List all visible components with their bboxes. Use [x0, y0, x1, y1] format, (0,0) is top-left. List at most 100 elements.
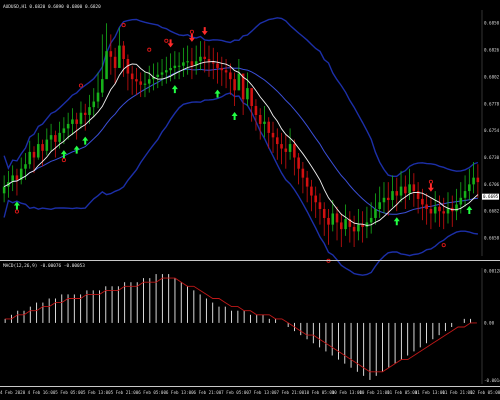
time-axis-tick-label: 7 Feb 05:00 [221, 390, 249, 395]
candle-body [263, 121, 266, 124]
candle-body [425, 204, 428, 209]
price-axis-tick-label: 0.6850 [484, 21, 500, 26]
candle-body [32, 151, 36, 158]
time-axis-tick-label: 5 Feb 21:00 [111, 390, 139, 395]
candle-body [54, 135, 57, 142]
macd-axis-tick-label: -0.00142 [484, 378, 500, 383]
price-chart-title: AUDUSD,H1 0.6820 0.6890 0.6800 0.6820 [3, 4, 101, 10]
macd-axis-tick-label: 0.00 [484, 320, 495, 325]
candle-body [327, 217, 330, 225]
candle-body [438, 206, 441, 212]
candle-body [310, 186, 313, 196]
candle-body [293, 144, 296, 158]
candle-body [15, 175, 19, 180]
candle-body [357, 224, 360, 232]
candle-body [49, 135, 53, 140]
candle-body [186, 61, 189, 63]
price-axis-tick-label: 0.6706 [484, 182, 500, 187]
candle-body [297, 157, 300, 169]
candle-body [177, 65, 181, 67]
candle-body [41, 144, 44, 151]
candle-body [220, 67, 224, 71]
candle-body [258, 114, 262, 124]
candle-body [246, 88, 249, 100]
candle-body [399, 186, 403, 196]
candle-body [118, 45, 121, 68]
candle-body [382, 197, 386, 203]
macd-title: MACD(12,26,9) -0.00076 -0.00053 [3, 263, 85, 269]
candle-body [88, 107, 91, 115]
candle-body [109, 51, 113, 57]
candle-body [429, 208, 433, 214]
chart-canvas: 0.6850 0.6826 0.6802 0.6778 0.6754 0.6730 0.67… [0, 0, 500, 400]
candle-body [24, 164, 27, 169]
time-axis: 4 Feb 2020 4 Feb 16:00 5 Feb 05:00 5 Feb 13… [0, 390, 500, 395]
candle-body [421, 198, 424, 205]
candle-body [75, 119, 78, 124]
candle-body [463, 191, 467, 198]
candle-body [365, 222, 369, 227]
candle-body [79, 112, 83, 124]
candle-body [391, 191, 394, 201]
last-price-label: 0.6695 [483, 194, 499, 199]
candle-body [224, 70, 228, 73]
macd-axis-tick-label: 0.00128 [484, 268, 500, 273]
candle-body [190, 61, 194, 66]
candle-body [105, 51, 108, 80]
candle-body [113, 56, 117, 68]
candle-body [156, 74, 160, 77]
candle-body [433, 206, 437, 214]
candle-body [135, 79, 138, 82]
candle-body [254, 106, 258, 115]
candle-body [229, 72, 232, 80]
candle-body [92, 101, 96, 108]
candle-body [216, 63, 219, 68]
candle-body [211, 62, 215, 64]
time-axis-tick-label: 5 Feb 13:00 [83, 390, 111, 395]
candle-body [361, 224, 364, 227]
candle-body [83, 112, 87, 115]
time-axis-tick-label: 4 Feb 2020 [0, 390, 26, 395]
candle-body [468, 184, 471, 192]
candle-body [344, 219, 347, 230]
candle-body [271, 132, 275, 138]
candle-body [101, 79, 104, 93]
chart-background [0, 0, 500, 400]
candle-body [386, 197, 390, 201]
candle-body [267, 121, 271, 133]
price-axis-tick-label: 0.6826 [484, 48, 500, 53]
candle-body [412, 184, 416, 192]
time-axis-tick-label: 6 Feb 05:00 [138, 390, 166, 395]
candle-body [378, 202, 381, 209]
candle-body [340, 222, 343, 230]
time-axis-tick-label: 10 Feb 21:00 [359, 390, 390, 395]
candle-body [404, 186, 407, 194]
candle-body [442, 211, 446, 214]
candle-body [58, 132, 61, 142]
price-axis-tick-label: 0.6778 [484, 101, 500, 106]
candle-body [322, 208, 326, 218]
price-axis-tick-label: 0.6802 [484, 74, 500, 79]
candle-body [284, 148, 288, 152]
candle-body [173, 65, 177, 68]
candle-body [160, 72, 164, 75]
time-axis-tick-label: 5 Feb 05:00 [55, 390, 83, 395]
candle-body [275, 137, 279, 145]
time-axis-tick-label: 4 Feb 16:00 [28, 390, 56, 395]
time-axis-tick-label: 7 Feb 13:00 [249, 390, 277, 395]
candle-body [280, 144, 283, 149]
candle-body [147, 79, 151, 84]
time-axis-tick-label: 10 Feb 13:00 [332, 390, 363, 395]
candle-body [233, 79, 236, 91]
time-axis-tick-label: 11 Feb 13:00 [415, 390, 446, 395]
candle-body [352, 226, 356, 232]
candle-body [335, 213, 339, 223]
price-axis-tick-label: 0.6682 [484, 209, 500, 214]
candle-body [66, 123, 70, 129]
candle-body [374, 208, 377, 218]
candle-body [395, 191, 399, 196]
time-axis-tick-label: 11 Feb 21:00 [442, 390, 473, 395]
candle-body [408, 184, 411, 194]
candle-body [199, 56, 202, 62]
time-axis-tick-label: 7 Feb 21:00 [276, 390, 304, 395]
